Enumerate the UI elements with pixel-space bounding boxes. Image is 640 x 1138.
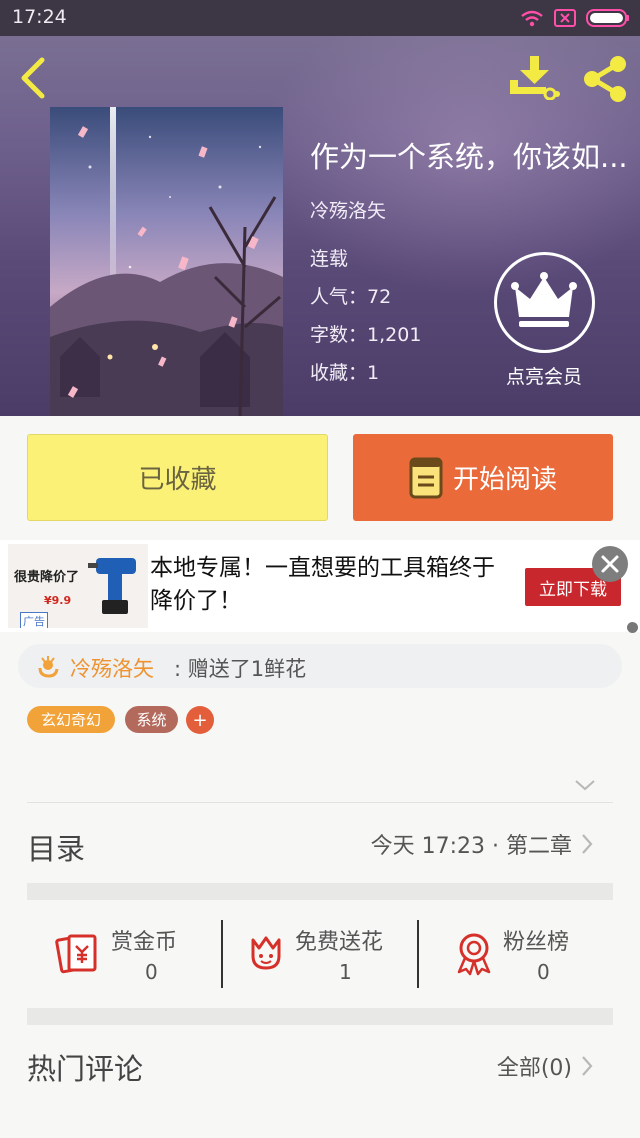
- start-reading-label: 开始阅读: [452, 465, 557, 495]
- close-icon: [601, 555, 619, 573]
- battery-icon: [586, 9, 629, 27]
- word-count-line: 字数：1,201: [310, 320, 421, 347]
- download-button[interactable]: [508, 54, 560, 100]
- add-tag-button[interactable]: +: [186, 706, 214, 734]
- share-icon: [584, 56, 626, 102]
- medal-icon: [457, 933, 491, 976]
- vip-button[interactable]: [494, 252, 595, 353]
- flower-icon: [38, 656, 59, 678]
- separator: ：: [348, 286, 368, 308]
- chevron-right-icon[interactable]: [580, 832, 594, 856]
- popularity-line: 人气：72: [310, 282, 391, 309]
- word-count-value: 1,201: [367, 324, 422, 346]
- fan-ranking-count: 0: [537, 960, 550, 984]
- book-detail-screen: 17:24 作为一个系统，你该如... 冷殇洛矢 连载 人气：72 字数：1,2…: [0, 0, 640, 1138]
- status-bar: 17:24: [0, 0, 640, 36]
- ad-thumbnail[interactable]: 很贵降价了 ¥9.9 广告: [8, 544, 148, 628]
- popularity-label: 人气: [310, 286, 349, 308]
- chevron-right-icon[interactable]: [580, 1054, 594, 1078]
- reward-coin-stat[interactable]: 赏金币 0: [27, 918, 222, 992]
- start-reading-button[interactable]: 开始阅读: [353, 434, 613, 521]
- ad-tag: 广告: [20, 612, 48, 628]
- vip-label[interactable]: 点亮会员: [480, 362, 608, 389]
- chevron-down-icon[interactable]: [574, 778, 596, 792]
- collected-button[interactable]: 已收藏: [27, 434, 328, 521]
- divider: [27, 802, 613, 803]
- tag-system[interactable]: 系统: [125, 706, 178, 733]
- fan-ranking-label: 粉丝榜: [503, 930, 570, 955]
- gift-user[interactable]: 冷殇洛矢: [70, 653, 154, 683]
- toc-latest-chapter[interactable]: 今天 17:23 · 第二章: [371, 828, 572, 860]
- sim-icon: [554, 9, 576, 27]
- book-cover-image[interactable]: [50, 107, 283, 416]
- book-author[interactable]: 冷殇洛矢: [310, 196, 386, 223]
- separator: ：: [348, 362, 368, 384]
- section-divider: [27, 1008, 613, 1025]
- free-flower-label: 免费送花: [295, 930, 384, 955]
- favorites-line: 收藏：1: [310, 358, 379, 385]
- ad-banner[interactable]: 很贵降价了 ¥9.9 广告 本地专属！一直想要的工具箱终于降价了！ 立即下载: [0, 540, 640, 632]
- status-icons: [520, 8, 630, 28]
- gift-notice[interactable]: 冷殇洛矢 : 赠送了1鲜花: [18, 644, 622, 688]
- book-title: 作为一个系统，你该如...: [310, 140, 628, 174]
- chevron-left-icon: [21, 57, 45, 99]
- ad-text[interactable]: 本地专属！一直想要的工具箱终于降价了！: [150, 552, 500, 618]
- word-count-label: 字数: [310, 324, 349, 346]
- drill-image: [88, 558, 136, 614]
- flower-icon: [251, 936, 281, 970]
- crown-icon: [511, 272, 577, 327]
- ad-close-button[interactable]: [592, 546, 628, 582]
- reward-coin-count: 0: [145, 960, 158, 984]
- wifi-icon: [521, 10, 543, 27]
- free-flower-count: 1: [339, 960, 352, 984]
- share-button[interactable]: [580, 54, 630, 104]
- download-icon: [510, 56, 560, 100]
- ad-thumb-price: ¥9.9: [44, 594, 72, 607]
- book-hero: 作为一个系统，你该如... 冷殇洛矢 连载 人气：72 字数：1,201 收藏：…: [0, 36, 640, 416]
- fan-ranking-stat[interactable]: 粉丝榜 0: [419, 918, 613, 992]
- reward-coin-label: 赏金币: [111, 930, 178, 955]
- reward-coin-icon: [55, 934, 97, 974]
- popularity-value: 72: [367, 286, 392, 308]
- section-divider: [27, 883, 613, 900]
- toc-title[interactable]: 目录: [27, 826, 85, 868]
- separator: ：: [348, 324, 368, 346]
- favorites-label: 收藏: [310, 362, 349, 384]
- back-button[interactable]: [14, 56, 54, 100]
- status-time: 17:24: [12, 6, 67, 28]
- gift-message: : 赠送了1鲜花: [174, 657, 307, 681]
- tag-fantasy[interactable]: 玄幻奇幻: [27, 706, 115, 733]
- favorites-value: 1: [367, 362, 380, 384]
- free-flower-stat[interactable]: 免费送花 1: [223, 918, 417, 992]
- book-status: 连载: [310, 248, 349, 270]
- all-comments-link[interactable]: 全部(0): [497, 1050, 572, 1082]
- collected-label: 已收藏: [138, 465, 217, 495]
- hot-comments-title: 热门评论: [27, 1052, 144, 1086]
- book-icon: [409, 457, 443, 498]
- ad-thumb-headline: 很贵降价了: [14, 570, 80, 585]
- ad-info-icon[interactable]: [627, 622, 638, 633]
- stats-row: 赏金币 0 免费送花 1 粉丝榜 0: [27, 918, 613, 992]
